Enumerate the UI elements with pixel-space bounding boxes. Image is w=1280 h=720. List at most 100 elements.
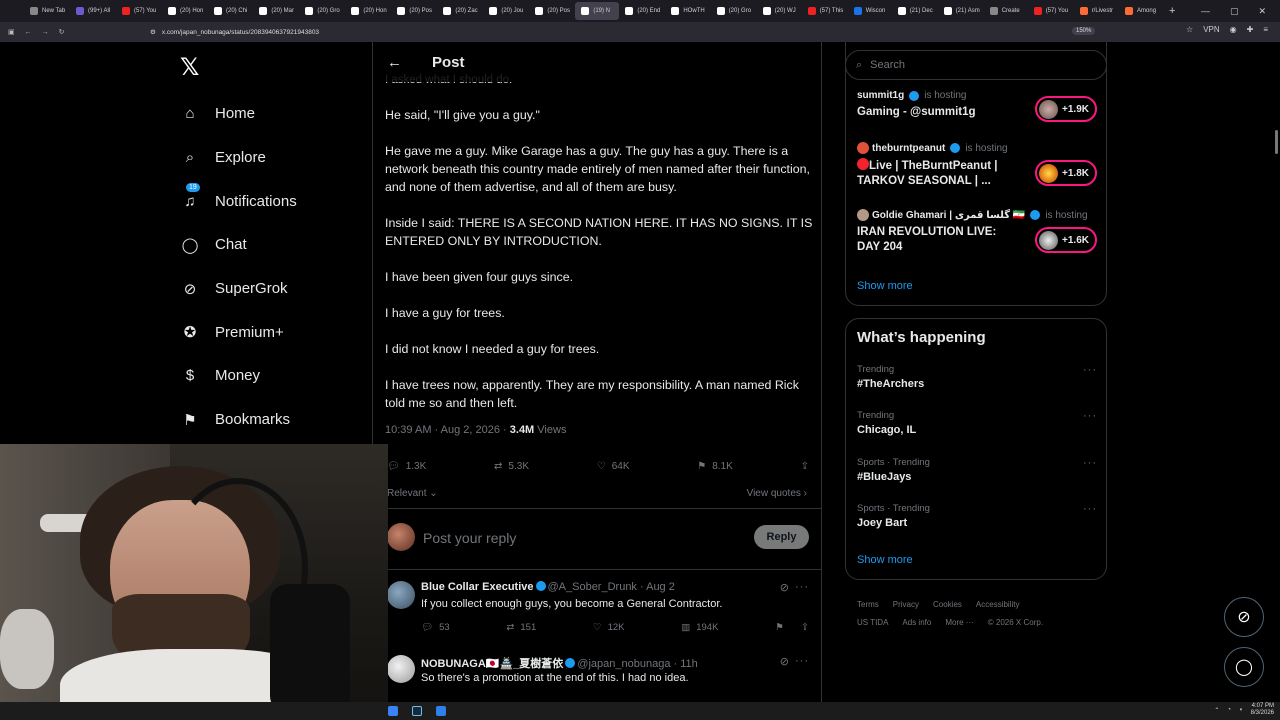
browser-tab[interactable]: (19) N bbox=[575, 2, 620, 20]
site-info-icon[interactable]: ⚙ bbox=[150, 28, 156, 36]
forward-icon[interactable]: → bbox=[42, 29, 49, 36]
nav-item-chat[interactable]: ◯ Chat bbox=[180, 223, 370, 267]
new-tab-button[interactable]: + bbox=[1169, 5, 1175, 17]
trend-item[interactable]: Trending #TheArchers ··· bbox=[857, 364, 1097, 390]
reply-author[interactable]: Blue Collar Executive bbox=[421, 581, 534, 593]
reply-action[interactable]: 💬︎ 53 bbox=[421, 622, 450, 633]
browser-tab[interactable]: (20) Pos bbox=[529, 2, 575, 20]
browser-tab[interactable]: (20) Pos bbox=[391, 2, 437, 20]
footer-link[interactable]: Accessibility bbox=[976, 600, 1020, 609]
like-action[interactable]: ♡ 64K bbox=[597, 461, 630, 472]
network-icon[interactable]: ◔ bbox=[1227, 707, 1231, 713]
volume-icon[interactable]: ◖ bbox=[1239, 707, 1243, 713]
show-more-link[interactable]: Show more bbox=[857, 280, 913, 292]
live-item[interactable]: Goldie Ghamari | گلسا قمری 🇮🇷 is hosting … bbox=[857, 209, 1097, 255]
reply-action[interactable]: 💬︎ 1.3K bbox=[387, 461, 426, 472]
grok-icon[interactable]: ⊘ bbox=[780, 655, 789, 668]
browser-tab[interactable]: (20) Hon bbox=[162, 2, 208, 20]
browser-tab[interactable]: (20) Zac bbox=[437, 2, 483, 20]
footer-link[interactable]: Ads info bbox=[902, 618, 931, 627]
footer-link[interactable]: US TIDA bbox=[857, 618, 888, 627]
trend-item[interactable]: Sports · Trending Joey Bart ··· bbox=[857, 503, 1097, 529]
taskbar-app-icon[interactable] bbox=[388, 706, 398, 716]
live-count-pill[interactable]: +1.9K bbox=[1035, 96, 1097, 122]
browser-tab[interactable]: (57) You bbox=[116, 2, 162, 20]
browser-tab[interactable]: (99+) All bbox=[70, 2, 116, 20]
extensions-icon[interactable]: ✚ bbox=[1247, 25, 1254, 34]
nav-item-explore[interactable]: ⌕ Explore bbox=[180, 136, 370, 180]
footer-link[interactable]: Terms bbox=[857, 600, 879, 609]
back-icon[interactable]: ← bbox=[25, 29, 32, 36]
nav-item-money[interactable]: $ Money bbox=[180, 354, 370, 398]
bookmark-icon[interactable]: ⚑ bbox=[775, 622, 784, 633]
browser-tab[interactable]: New Tab bbox=[24, 2, 70, 20]
like-action[interactable]: ♡ 12K bbox=[593, 622, 624, 633]
sort-dropdown[interactable]: Relevant ⌄ bbox=[387, 488, 438, 499]
browser-tab[interactable]: (57) This bbox=[802, 2, 848, 20]
browser-tab[interactable]: Create bbox=[984, 2, 1028, 20]
scrollbar-thumb[interactable] bbox=[1275, 130, 1278, 154]
nav-item-bookmarks[interactable]: ⚑ Bookmarks bbox=[180, 398, 370, 442]
footer-link[interactable]: Cookies bbox=[933, 600, 962, 609]
browser-tab[interactable]: (20) Gro bbox=[299, 2, 345, 20]
more-icon[interactable]: ··· bbox=[795, 581, 809, 593]
live-item[interactable]: theburntpeanut is hosting Live | TheBurnt… bbox=[857, 142, 1097, 189]
browser-tab[interactable]: (20) Chi bbox=[208, 2, 253, 20]
chat-fab[interactable]: ◯ bbox=[1224, 647, 1264, 687]
trend-item[interactable]: Sports · Trending #BlueJays ··· bbox=[857, 457, 1097, 483]
close-icon[interactable]: ✕ bbox=[1258, 6, 1266, 17]
browser-tab[interactable]: (20) WJ bbox=[757, 2, 802, 20]
zoom-level[interactable]: 150% bbox=[1072, 27, 1096, 35]
browser-tab[interactable]: HOwTH bbox=[665, 2, 710, 20]
views-action[interactable]: ▥ 194K bbox=[681, 622, 718, 633]
search-input[interactable]: Search bbox=[870, 59, 905, 71]
repost-action[interactable]: ⇄ 151 bbox=[506, 622, 536, 633]
avatar[interactable] bbox=[387, 581, 415, 609]
tray-chevron-icon[interactable]: ⌃ bbox=[1214, 707, 1219, 714]
nav-item-home[interactable]: ⌂ Home bbox=[180, 92, 370, 136]
browser-tab[interactable]: (20) End bbox=[619, 2, 665, 20]
search-bar[interactable]: ⌕ Search bbox=[845, 50, 1107, 80]
steam-icon[interactable] bbox=[412, 706, 422, 716]
bookmark-action[interactable]: ⚑ 8.1K bbox=[697, 461, 733, 472]
share-action[interactable]: ⇪ bbox=[801, 461, 809, 472]
reply-author[interactable]: NOBUNAGA🇯🇵🏯_夏樹蒼依 bbox=[421, 658, 563, 670]
trend-item[interactable]: Trending Chicago, IL ··· bbox=[857, 410, 1097, 436]
live-count-pill[interactable]: +1.8K bbox=[1035, 160, 1097, 186]
browser-tab[interactable]: Among bbox=[1119, 2, 1163, 20]
vpn-button[interactable]: VPN bbox=[1203, 25, 1219, 34]
grok-fab[interactable]: ⊘ bbox=[1224, 597, 1264, 637]
view-quotes-link[interactable]: View quotes › bbox=[747, 488, 807, 499]
footer-link[interactable]: © 2026 X Corp. bbox=[988, 618, 1043, 627]
live-count-pill[interactable]: +1.6K bbox=[1035, 227, 1097, 253]
show-more-link[interactable]: Show more bbox=[857, 554, 913, 566]
more-icon[interactable]: ··· bbox=[1083, 503, 1097, 515]
post-timestamp[interactable]: 10:39 AM · Aug 2, 2026 · bbox=[385, 424, 507, 436]
footer-link[interactable]: Privacy bbox=[893, 600, 919, 609]
menu-icon[interactable]: ≡ bbox=[1263, 25, 1268, 34]
maximize-icon[interactable]: ▢ bbox=[1230, 6, 1239, 17]
taskbar-app-icon[interactable] bbox=[436, 706, 446, 716]
browser-tab[interactable]: (20) Gro bbox=[711, 2, 757, 20]
more-icon[interactable]: ··· bbox=[795, 655, 809, 667]
live-item[interactable]: summit1g is hosting Gaming - @summit1g +1… bbox=[857, 90, 1097, 122]
reload-icon[interactable]: ↻ bbox=[59, 28, 65, 36]
footer-link[interactable]: More ··· bbox=[945, 618, 973, 627]
browser-tab[interactable]: (57) You bbox=[1028, 2, 1074, 20]
more-icon[interactable]: ··· bbox=[1083, 364, 1097, 376]
back-arrow-icon[interactable]: ← bbox=[387, 54, 402, 71]
browser-tab[interactable]: (21) Asm bbox=[938, 2, 984, 20]
clock[interactable]: 4:07 PM 8/3/2026 bbox=[1251, 703, 1274, 717]
nav-item-supergrok[interactable]: ⊘ SuperGrok bbox=[180, 267, 370, 311]
repost-action[interactable]: ⇄ 5.3K bbox=[494, 461, 529, 472]
more-icon[interactable]: ··· bbox=[1083, 410, 1097, 422]
bookmark-star-icon[interactable]: ☆ bbox=[1186, 25, 1193, 34]
reply-button[interactable]: Reply bbox=[754, 525, 809, 549]
more-icon[interactable]: ··· bbox=[1083, 457, 1097, 469]
nav-item-premium[interactable]: ✪ Premium+ bbox=[180, 310, 370, 354]
nav-item-notifications[interactable]: ♫ 19 Notifications bbox=[180, 179, 370, 223]
reply-input[interactable]: Post your reply bbox=[423, 530, 516, 546]
browser-tab[interactable]: r/Livestr bbox=[1074, 2, 1119, 20]
browser-tab[interactable]: (21) Dec bbox=[892, 2, 938, 20]
avatar[interactable] bbox=[387, 655, 415, 683]
